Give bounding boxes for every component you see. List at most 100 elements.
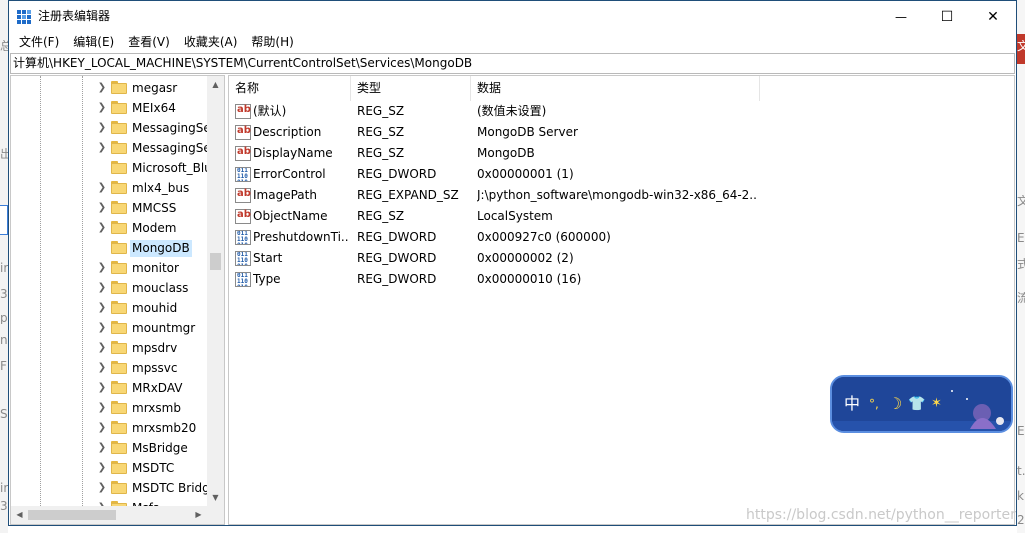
- scroll-right-icon[interactable]: ▶: [190, 506, 207, 524]
- skin-icon[interactable]: 👕: [908, 394, 925, 414]
- menu-edit[interactable]: 编辑(E): [66, 32, 121, 52]
- close-button[interactable]: ✕: [970, 1, 1016, 32]
- value-row[interactable]: 011110010Type REG_DWORD 0x00000010 (16): [229, 269, 1014, 290]
- tree-item[interactable]: ❯ MsBridge: [11, 438, 207, 458]
- value-data: J:\python_software\mongodb-win32-x86_64-…: [477, 188, 757, 202]
- tree-item[interactable]: ❯ mouclass: [11, 278, 207, 298]
- chevron-right-icon[interactable]: ❯: [96, 181, 108, 195]
- tree-item[interactable]: ❯ mrxsmb: [11, 398, 207, 418]
- tree-item[interactable]: ❯ MSDTC: [11, 458, 207, 478]
- chevron-right-icon[interactable]: ❯: [96, 421, 108, 435]
- tree-item[interactable]: Microsoft_Blu: [11, 158, 207, 178]
- value-row[interactable]: 011110010Start REG_DWORD 0x00000002 (2): [229, 248, 1014, 269]
- binary-value-icon: 011110010: [235, 251, 251, 266]
- menu-help[interactable]: 帮助(H): [244, 32, 300, 52]
- folder-icon: [111, 401, 127, 414]
- background-text-fragment: F: [0, 360, 7, 372]
- address-bar[interactable]: 计算机\HKEY_LOCAL_MACHINE\SYSTEM\CurrentCon…: [10, 53, 1015, 74]
- tree-horizontal-scroll-thumb[interactable]: [28, 510, 116, 520]
- background-text-fragment: ir: [0, 262, 8, 274]
- tree-item-label: mrxsmb20: [132, 421, 197, 435]
- column-header-data[interactable]: 数据: [471, 76, 760, 101]
- tree-item[interactable]: ❯ mountmgr: [11, 318, 207, 338]
- window-title: 注册表编辑器: [38, 9, 111, 23]
- tree-item[interactable]: ❯Msfs: [11, 498, 207, 506]
- chevron-right-icon[interactable]: ❯: [96, 281, 108, 295]
- value-data: 0x00000001 (1): [477, 167, 574, 181]
- chevron-right-icon[interactable]: ❯: [96, 361, 108, 375]
- chevron-right-icon[interactable]: ❯: [96, 321, 108, 335]
- scroll-left-icon[interactable]: ◀: [11, 506, 28, 524]
- chevron-right-icon[interactable]: ❯: [96, 201, 108, 215]
- scroll-up-icon[interactable]: ▲: [207, 76, 224, 93]
- tree-horizontal-scrollbar[interactable]: ◀ ▶: [11, 506, 207, 524]
- column-header-type[interactable]: 类型: [351, 76, 471, 101]
- minimize-button[interactable]: —: [878, 1, 924, 32]
- value-row[interactable]: 011110010PreshutdownTi... REG_DWORD 0x0009…: [229, 227, 1014, 248]
- tree-item-label: MSDTC Bridg: [132, 481, 207, 495]
- ime-mode-indicator[interactable]: 中: [844, 394, 860, 414]
- chevron-right-icon[interactable]: ❯: [96, 81, 108, 95]
- value-row[interactable]: ab DisplayName REG_SZ MongoDB: [229, 143, 1014, 164]
- tree-item[interactable]: ❯ MSDTC Bridg: [11, 478, 207, 498]
- background-text-fragment: E: [1017, 425, 1025, 437]
- value-row[interactable]: ab (默认) REG_SZ (数值未设置): [229, 101, 1014, 122]
- menu-favorites[interactable]: 收藏夹(A): [177, 32, 245, 52]
- tree-item[interactable]: ❯ MMCSS: [11, 198, 207, 218]
- chevron-right-icon[interactable]: ❯: [96, 461, 108, 475]
- tree-item[interactable]: ❯ MRxDAV: [11, 378, 207, 398]
- ime-status-widget[interactable]: 中 °, ☽ 👕 ✶: [830, 375, 1013, 433]
- chevron-right-icon[interactable]: ❯: [96, 341, 108, 355]
- tree-item[interactable]: ❯ megasr: [11, 78, 207, 98]
- value-row[interactable]: ab ImagePath REG_EXPAND_SZ J:\python_softwa…: [229, 185, 1014, 206]
- folder-icon: [111, 461, 127, 474]
- moon-icon[interactable]: ☽: [888, 394, 902, 414]
- tree-item[interactable]: ❯ mpsdrv: [11, 338, 207, 358]
- value-name: ErrorControl: [253, 167, 326, 181]
- chevron-right-icon[interactable]: ❯: [96, 381, 108, 395]
- chevron-right-icon[interactable]: ❯: [96, 441, 108, 455]
- value-data: 0x00000002 (2): [477, 251, 574, 265]
- tree-item[interactable]: ❯ monitor: [11, 258, 207, 278]
- registry-editor-window: 注册表编辑器 — ☐ ✕ 文件(F) 编辑(E) 查看(V) 收藏夹(A) 帮助…: [8, 0, 1017, 526]
- punctuation-icon[interactable]: °,: [869, 394, 879, 414]
- title-bar[interactable]: 注册表编辑器 — ☐ ✕: [9, 1, 1016, 32]
- maximize-button[interactable]: ☐: [924, 1, 970, 32]
- chevron-right-icon[interactable]: ❯: [96, 221, 108, 235]
- folder-icon: [111, 301, 127, 314]
- tree-item[interactable]: ❯ mpssvc: [11, 358, 207, 378]
- chevron-right-icon[interactable]: ❯: [96, 121, 108, 135]
- tree-vertical-scroll-thumb[interactable]: [210, 253, 221, 270]
- folder-icon: [111, 341, 127, 354]
- chevron-right-icon[interactable]: ❯: [96, 481, 108, 495]
- watermark: https://blog.csdn.net/python__reporter: [746, 507, 1016, 523]
- value-type: REG_DWORD: [357, 272, 437, 286]
- tree-item[interactable]: ❯ Modem: [11, 218, 207, 238]
- value-name: Description: [253, 125, 322, 139]
- star-icon[interactable]: ✶: [931, 394, 942, 414]
- tree-item[interactable]: ❯ mlx4_bus: [11, 178, 207, 198]
- chevron-right-icon[interactable]: ❯: [96, 401, 108, 415]
- folder-icon: [111, 261, 127, 274]
- tree-item[interactable]: ❯ mrxsmb20: [11, 418, 207, 438]
- string-value-icon: ab: [235, 188, 251, 203]
- menu-view[interactable]: 查看(V): [121, 32, 177, 52]
- scrollbar-corner: [207, 506, 224, 524]
- chevron-right-icon[interactable]: ❯: [96, 261, 108, 275]
- value-row[interactable]: 011110010ErrorControl REG_DWORD 0x00000001…: [229, 164, 1014, 185]
- chevron-right-icon[interactable]: ❯: [96, 141, 108, 155]
- scroll-down-icon[interactable]: ▼: [207, 489, 224, 506]
- tree-item[interactable]: ❯ MessagingSe: [11, 118, 207, 138]
- value-row[interactable]: ab ObjectName REG_SZ LocalSystem: [229, 206, 1014, 227]
- tree-item[interactable]: MongoDB: [11, 238, 207, 258]
- column-header-name[interactable]: 名称: [229, 76, 351, 101]
- menu-file[interactable]: 文件(F): [12, 32, 66, 52]
- chevron-right-icon[interactable]: ❯: [96, 301, 108, 315]
- tree-item[interactable]: ❯ mouhid: [11, 298, 207, 318]
- tree-vertical-scrollbar[interactable]: ▲ ▼: [207, 76, 224, 506]
- value-row[interactable]: ab Description REG_SZ MongoDB Server: [229, 122, 1014, 143]
- tree-item[interactable]: ❯ MessagingSe: [11, 138, 207, 158]
- chevron-right-icon[interactable]: ❯: [96, 101, 108, 115]
- tree-item[interactable]: ❯ MEIx64: [11, 98, 207, 118]
- value-data: LocalSystem: [477, 209, 553, 223]
